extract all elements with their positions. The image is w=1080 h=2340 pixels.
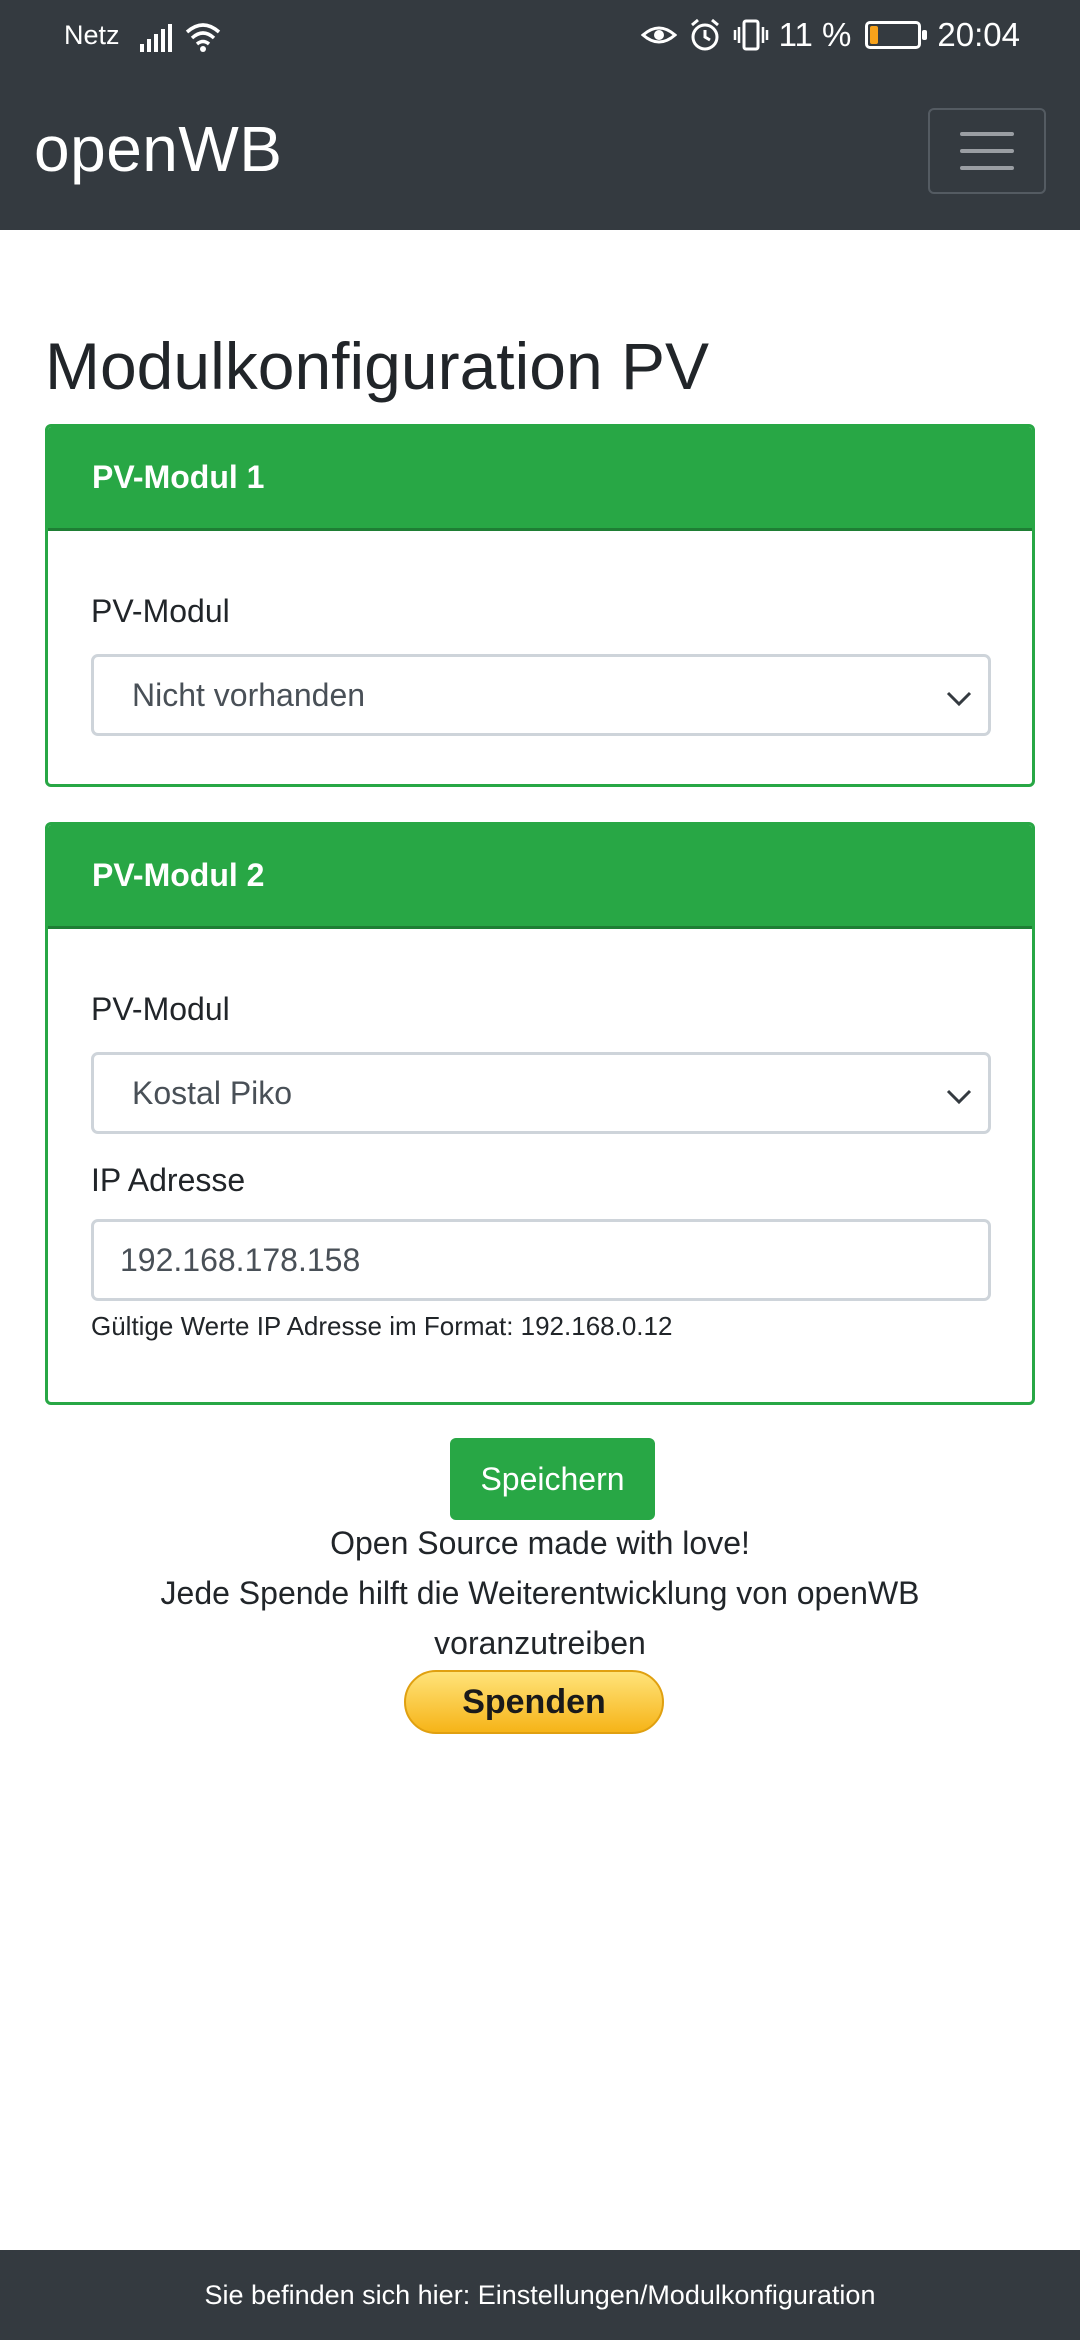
alarm-icon: [690, 18, 719, 51]
card-header: PV-Modul 1: [48, 427, 1032, 531]
select-value: Kostal Piko: [132, 1074, 293, 1111]
hamburger-icon: [960, 132, 1014, 136]
brand-logo[interactable]: openWB: [34, 112, 282, 186]
select-value: Nicht vorhanden: [132, 676, 366, 713]
ip-address-label: IP Adresse: [91, 1162, 246, 1198]
chevron-down-icon: [946, 1089, 972, 1105]
footer-donation-text-cont: voranzutreiben: [434, 1625, 646, 1661]
card-body: PV-Modul Nicht vorhanden: [48, 593, 1032, 736]
card-body: PV-Modul Kostal Piko IP Adresse 192.168.…: [48, 991, 1032, 1342]
hamburger-icon-bar: [960, 166, 1014, 170]
card-header: PV-Modul 2: [48, 825, 1032, 929]
carrier-label: Netz: [64, 20, 120, 50]
donate-button[interactable]: Spenden: [404, 1670, 664, 1734]
page-title: Modulkonfiguration PV: [45, 329, 710, 403]
pv-module-2-select[interactable]: Kostal Piko: [91, 1052, 991, 1134]
footer-donation-text: Jede Spende hilft die Weiterentwicklung …: [160, 1575, 920, 1611]
status-right: 11 % 20:04: [640, 16, 1020, 54]
status-bar: Netz 11 % 20:04: [0, 0, 1080, 78]
chevron-down-icon: [946, 691, 972, 707]
breadcrumb: Sie befinden sich hier: Einstellungen/Mo…: [204, 2279, 876, 2310]
vibrate-icon: [733, 19, 768, 51]
menu-toggle-button[interactable]: [928, 108, 1046, 194]
battery-percent: 11 %: [778, 16, 852, 53]
pv-module-2-card: PV-Modul 2 PV-Modul Kostal Piko IP Adres…: [45, 822, 1035, 1405]
ip-address-input[interactable]: 192.168.178.158: [91, 1219, 991, 1301]
save-button[interactable]: Speichern: [450, 1438, 655, 1520]
navbar: openWB: [0, 78, 1080, 230]
eye-icon: [640, 26, 677, 44]
breadcrumb-bar: Sie befinden sich hier: Einstellungen/Mo…: [0, 2250, 1080, 2340]
pv-module-1-select[interactable]: Nicht vorhanden: [91, 654, 991, 736]
input-value: 192.168.178.158: [120, 1241, 361, 1278]
pv-module-1-card: PV-Modul 1 PV-Modul Nicht vorhanden: [45, 424, 1035, 787]
ip-address-hint: Gültige Werte IP Adresse im Format: 192.…: [91, 1311, 673, 1341]
hamburger-icon-bar: [960, 149, 1014, 153]
wifi-icon: [185, 23, 221, 52]
battery-level-fill: [870, 26, 878, 44]
pv-module-label: PV-Modul: [91, 991, 230, 1027]
footer-love-text: Open Source made with love!: [330, 1525, 750, 1561]
battery-icon: [865, 21, 928, 49]
clock: 20:04: [937, 16, 1020, 53]
pv-module-label: PV-Modul: [91, 593, 230, 629]
signal-icon: [140, 24, 172, 52]
